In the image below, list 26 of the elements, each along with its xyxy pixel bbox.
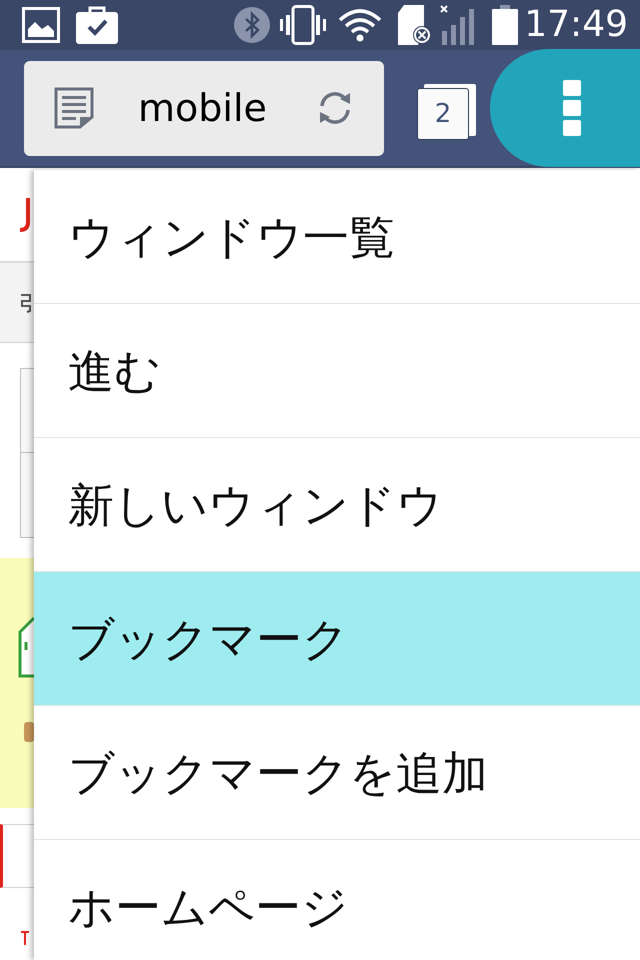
menu-item[interactable]: 進む — [34, 304, 640, 438]
menu-item[interactable]: ウィンドウ一覧 — [34, 170, 640, 304]
vibrate-icon — [280, 5, 326, 45]
clock-time: 17:49 — [524, 7, 628, 43]
input-field[interactable] — [20, 368, 34, 453]
clipboard-check-icon — [76, 6, 118, 44]
address-bar[interactable]: mobile — [24, 60, 384, 156]
input-field[interactable] — [20, 453, 34, 538]
wifi-icon — [338, 8, 382, 42]
more-options-icon — [563, 80, 581, 136]
text-fragment-drawing — [20, 292, 32, 312]
menu-button[interactable] — [490, 49, 640, 167]
battery-icon — [492, 5, 518, 45]
menu-item[interactable]: 新しいウィンドウ — [34, 438, 640, 572]
marker-icon — [24, 722, 34, 742]
menu-item[interactable]: ブックマーク — [34, 572, 640, 706]
menu-item[interactable]: ブックマークを追加 — [34, 706, 640, 840]
logo-fragment-drawing — [20, 198, 30, 232]
house-icon — [18, 616, 34, 678]
bluetooth-icon — [234, 7, 270, 43]
sd-card-error-icon — [398, 5, 432, 45]
text-fragment-drawing — [20, 930, 30, 946]
image-icon — [22, 7, 60, 43]
menu-item[interactable]: ホームページ — [34, 840, 640, 960]
address-text: mobile — [138, 89, 267, 127]
page-icon — [54, 87, 94, 129]
